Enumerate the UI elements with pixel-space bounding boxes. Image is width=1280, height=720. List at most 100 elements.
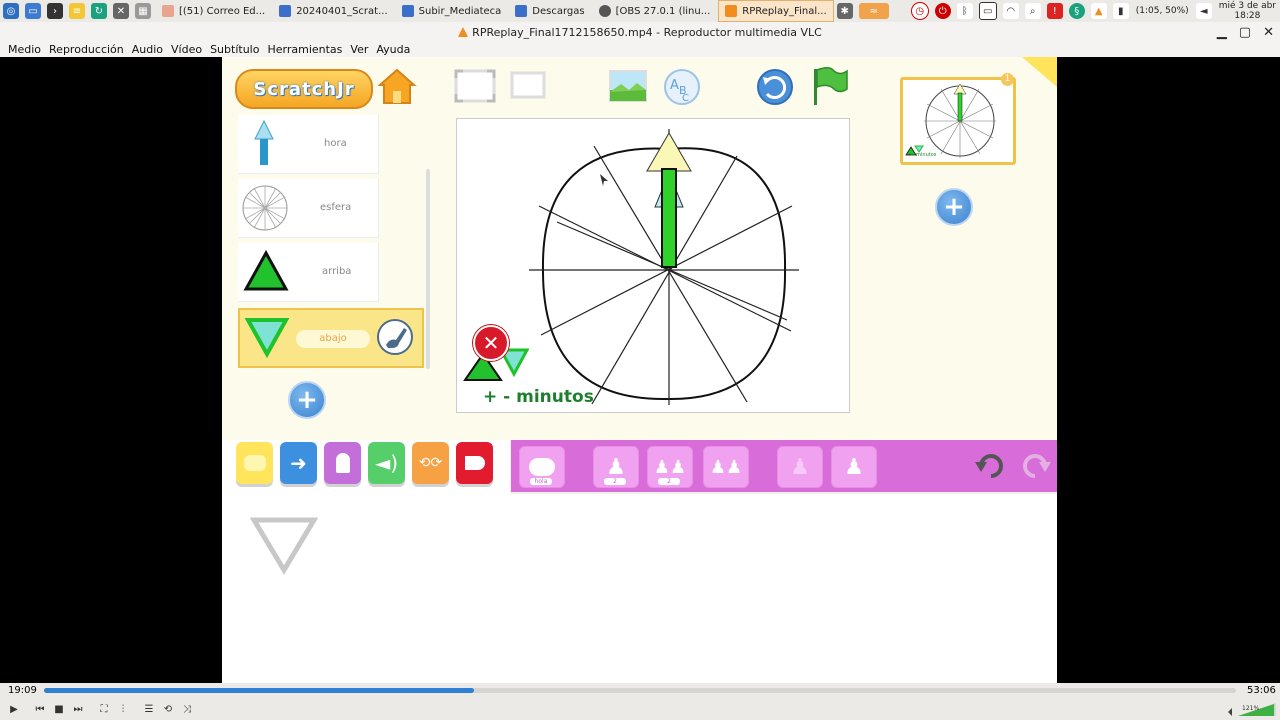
task-folder-mediateca[interactable]: Subir_Mediateca [396, 1, 508, 21]
hour-hand-sprite[interactable] [645, 131, 693, 271]
seek-bar[interactable]: 19:09 53:06 [0, 683, 1280, 698]
script-sprite-icon [250, 517, 318, 575]
fullscreen-toggle-icon[interactable]: ⛶ [96, 701, 112, 717]
sprite-item-arriba[interactable]: arriba [238, 243, 379, 302]
extended-settings-icon[interactable]: ⫶ [115, 701, 131, 717]
battery-icon[interactable]: ▮ [1112, 3, 1129, 19]
add-sprite-button[interactable]: + [288, 381, 326, 419]
vlc-tray-icon[interactable]: ▲ [1090, 3, 1107, 19]
sprite-list-scrollbar[interactable] [426, 169, 430, 369]
block-shrink[interactable]: ♟♟ 2 [647, 446, 693, 488]
home-icon[interactable] [377, 67, 417, 107]
block-hide[interactable]: ♟ [777, 446, 823, 488]
menu-video[interactable]: Vídeo [171, 43, 202, 56]
minimize-icon[interactable]: ▁ [1217, 25, 1227, 40]
menu-audio[interactable]: Audio [132, 43, 163, 56]
next-icon[interactable]: ⏭ [70, 701, 86, 717]
timer-icon[interactable]: ◷ [910, 2, 929, 20]
app-menu-icon[interactable]: ◎ [3, 3, 19, 19]
maximize-icon[interactable]: ▢ [1239, 25, 1251, 40]
close-all-icon[interactable]: ✕ [113, 3, 129, 19]
shrink-person-icon: ♟♟ [653, 456, 687, 478]
block-shrink-tag: 2 [658, 478, 680, 485]
search-icon[interactable]: ⌕ [1024, 3, 1041, 19]
elapsed-time: 19:09 [8, 685, 37, 696]
menu-ayuda[interactable]: Ayuda [376, 43, 410, 56]
end-block-icon [464, 456, 485, 470]
category-triggers[interactable] [236, 442, 273, 484]
speaker-icon[interactable]: ◄ [1195, 3, 1212, 19]
shuffle-icon[interactable]: ⤨ [179, 701, 195, 717]
block-reset-size[interactable]: ♟♟ [703, 446, 749, 488]
seek-track[interactable] [44, 688, 1236, 693]
task-obs[interactable]: [OBS 27.0.1 (linu... [593, 1, 717, 21]
redo-icon[interactable] [1019, 450, 1053, 480]
fish-app-icon[interactable]: ≈ [858, 3, 889, 19]
video-frame[interactable]: ScratchJr A B C hora esfera arriba abajo… [222, 57, 1057, 683]
terminal-icon[interactable]: › [47, 3, 63, 19]
play-icon[interactable]: ▶ [6, 701, 22, 717]
block-show[interactable]: ♟ [831, 446, 877, 488]
category-end[interactable] [456, 442, 493, 484]
undo-icon[interactable] [973, 450, 1007, 480]
sprite-item-abajo-selected[interactable]: abajo [238, 308, 424, 368]
task-label: RPReplay_Final... [742, 5, 827, 17]
settings-gear-icon[interactable]: ✱ [836, 3, 853, 19]
sync-icon[interactable]: ↻ [91, 3, 107, 19]
block-say[interactable]: hola [519, 446, 565, 488]
reset-icon[interactable] [755, 67, 795, 107]
add-text-icon[interactable]: A B C [662, 67, 702, 107]
browser-icon[interactable]: ▦ [135, 3, 151, 19]
menu-herramientas[interactable]: Herramientas [267, 43, 342, 56]
stage-canvas[interactable]: ✕ + - minutos [456, 118, 850, 413]
person-icon [335, 453, 350, 473]
playlist-icon[interactable]: ☰ [141, 701, 157, 717]
wifi-icon[interactable]: ◠ [1002, 3, 1019, 19]
category-motion[interactable]: ➜ [280, 442, 317, 484]
sprite-item-esfera[interactable]: esfera [238, 179, 379, 238]
fullscreen-icon[interactable] [453, 68, 497, 104]
green-flag-icon[interactable] [810, 65, 850, 109]
background-icon[interactable] [607, 68, 649, 104]
battery-status: (1:05, 50%) [1135, 6, 1189, 16]
power-icon[interactable]: ⏻ [934, 3, 951, 19]
grid-icon[interactable] [509, 70, 549, 102]
menu-medio[interactable]: Medio [8, 43, 41, 56]
add-page-button[interactable]: + [935, 188, 973, 226]
menu-subtitulo[interactable]: Subtítulo [210, 43, 259, 56]
category-looks[interactable] [324, 442, 361, 484]
paintbrush-edit-icon[interactable] [376, 318, 414, 356]
obs-icon [598, 5, 611, 17]
green-up-triangle-icon [243, 249, 289, 291]
task-folder-descargas[interactable]: Descargas [509, 1, 590, 21]
task-label: Subir_Mediateca [418, 5, 502, 17]
task-correo[interactable]: [(51) Correo Ed... [156, 1, 271, 21]
clock[interactable]: mié 3 de abr 18:28 [1219, 1, 1276, 21]
previous-icon[interactable]: ⏮ [32, 701, 48, 717]
script-area[interactable] [222, 494, 1057, 683]
delete-sprite-button[interactable]: ✕ [473, 325, 509, 361]
browser-tab-icon [162, 5, 174, 17]
sprite-item-hora[interactable]: hora [238, 115, 379, 174]
sprite-name-pill[interactable]: abajo [296, 330, 370, 348]
vlc-cone-icon [725, 5, 738, 17]
menu-reproduccion[interactable]: Reproducción [49, 43, 124, 56]
task-vlc[interactable]: RPReplay_Final... [718, 0, 834, 22]
category-sound[interactable]: ◄) [368, 442, 405, 484]
bluetooth-icon[interactable]: ᛒ [956, 3, 973, 19]
monitor-icon[interactable]: ▭ [978, 2, 997, 20]
alert-icon[interactable]: ! [1046, 3, 1063, 19]
task-folder-scratch[interactable]: 20240401_Scrat... [273, 1, 393, 21]
arrow-right-icon: ➜ [290, 451, 307, 475]
menu-ver[interactable]: Ver [350, 43, 368, 56]
block-grow[interactable]: ♟ 2 [593, 446, 639, 488]
vpn-icon[interactable]: § [1068, 3, 1085, 19]
close-icon[interactable]: ✕ [1263, 25, 1274, 40]
category-control[interactable]: ⟲⟳ [412, 442, 449, 484]
desktop-icon[interactable]: ▭ [25, 3, 41, 19]
loop-icon[interactable]: ⟲ [160, 701, 176, 717]
stop-icon[interactable]: ■ [51, 701, 67, 717]
notes-icon[interactable]: ≡ [69, 3, 85, 19]
volume-slider[interactable]: 121% [1224, 701, 1276, 717]
page-thumbnail[interactable]: + - minutos [900, 77, 1016, 165]
